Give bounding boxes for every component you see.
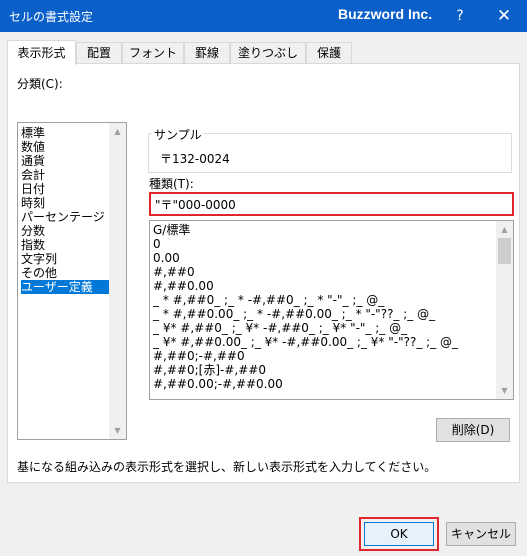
list-item[interactable]: #,##0.00 — [153, 279, 214, 293]
scroll-up-icon[interactable]: ▲ — [109, 123, 126, 140]
list-item[interactable]: 時刻 — [21, 196, 109, 210]
category-list[interactable]: 標準 数値 通貨 会計 日付 時刻 パーセンテージ 分数 指数 文字列 その他 … — [17, 122, 127, 440]
list-item[interactable]: 分数 — [21, 224, 109, 238]
format-cells-dialog: 表示形式 配置 フォント 罫線 塗りつぶし 保護 分類(C): 標準 数値 通貨… — [0, 32, 527, 556]
brand-label: Buzzword Inc. — [338, 6, 433, 22]
format-list[interactable]: G/標準 0 0.00 #,##0 #,##0.00 _ * #,##0_ ;_… — [149, 220, 514, 400]
list-item[interactable]: 文字列 — [21, 252, 109, 266]
list-item[interactable]: _ ¥* #,##0.00_ ;_ ¥* -#,##0.00_ ;_ ¥* "-… — [153, 335, 458, 349]
tab-font[interactable]: フォント — [122, 42, 184, 64]
category-label: 分類(C): — [17, 77, 63, 91]
scroll-down-icon[interactable]: ▼ — [109, 422, 126, 439]
type-input[interactable]: "〒"000-0000 — [149, 192, 514, 216]
list-item-selected[interactable]: ユーザー定義 — [21, 280, 109, 294]
list-item[interactable]: #,##0;[赤]-#,##0 — [153, 363, 266, 377]
list-item[interactable]: #,##0.00;-#,##0.00 — [153, 377, 283, 391]
close-button[interactable]: ✕ — [487, 0, 521, 32]
description-text: 基になる組み込みの表示形式を選択し、新しい表示形式を入力してください。 — [17, 460, 437, 474]
list-item[interactable]: 日付 — [21, 182, 109, 196]
title-bar: セルの書式設定 Buzzword Inc. ? ✕ — [0, 0, 527, 32]
list-item[interactable]: 通貨 — [21, 154, 109, 168]
list-item[interactable]: その他 — [21, 266, 109, 280]
category-scrollbar[interactable]: ▲ ▼ — [109, 123, 126, 439]
help-button[interactable]: ? — [446, 0, 474, 32]
list-item[interactable]: パーセンテージ — [21, 210, 109, 224]
cancel-button[interactable]: キャンセル — [446, 522, 516, 546]
list-item[interactable]: _ * #,##0_ ;_ * -#,##0_ ;_ * "-"_ ;_ @_ — [153, 293, 384, 307]
scroll-down-icon[interactable]: ▼ — [496, 382, 513, 399]
scroll-up-icon[interactable]: ▲ — [496, 221, 513, 238]
list-item[interactable]: #,##0 — [153, 265, 195, 279]
list-item[interactable]: G/標準 — [153, 223, 190, 237]
sample-value: 〒132-0024 — [160, 152, 230, 166]
list-item[interactable]: _ * #,##0.00_ ;_ * -#,##0.00_ ;_ * "-"??… — [153, 307, 435, 321]
list-item[interactable]: 指数 — [21, 238, 109, 252]
list-item[interactable]: _ ¥* #,##0_ ;_ ¥* -#,##0_ ;_ ¥* "-"_ ;_ … — [153, 321, 407, 335]
list-item[interactable]: 標準 — [21, 126, 109, 140]
tab-panel: 分類(C): 標準 数値 通貨 会計 日付 時刻 パーセンテージ 分数 指数 文… — [7, 63, 520, 483]
tab-number-format[interactable]: 表示形式 — [7, 40, 76, 65]
sample-label: サンプル — [152, 126, 204, 143]
list-item[interactable]: #,##0;-#,##0 — [153, 349, 245, 363]
list-item[interactable]: 会計 — [21, 168, 109, 182]
tab-protection[interactable]: 保護 — [306, 42, 352, 64]
list-item[interactable]: 数値 — [21, 140, 109, 154]
tab-fill[interactable]: 塗りつぶし — [230, 42, 306, 64]
scroll-thumb[interactable] — [498, 238, 511, 264]
type-label: 種類(T): — [149, 177, 194, 191]
list-item[interactable]: 0 — [153, 237, 161, 251]
delete-button[interactable]: 削除(D) — [436, 418, 510, 442]
tab-alignment[interactable]: 配置 — [76, 42, 122, 64]
list-item[interactable]: 0.00 — [153, 251, 180, 265]
window-title: セルの書式設定 — [9, 10, 94, 24]
tab-border[interactable]: 罫線 — [184, 42, 230, 64]
ok-button[interactable]: OK — [364, 522, 434, 546]
format-scrollbar[interactable]: ▲ ▼ — [496, 221, 513, 399]
